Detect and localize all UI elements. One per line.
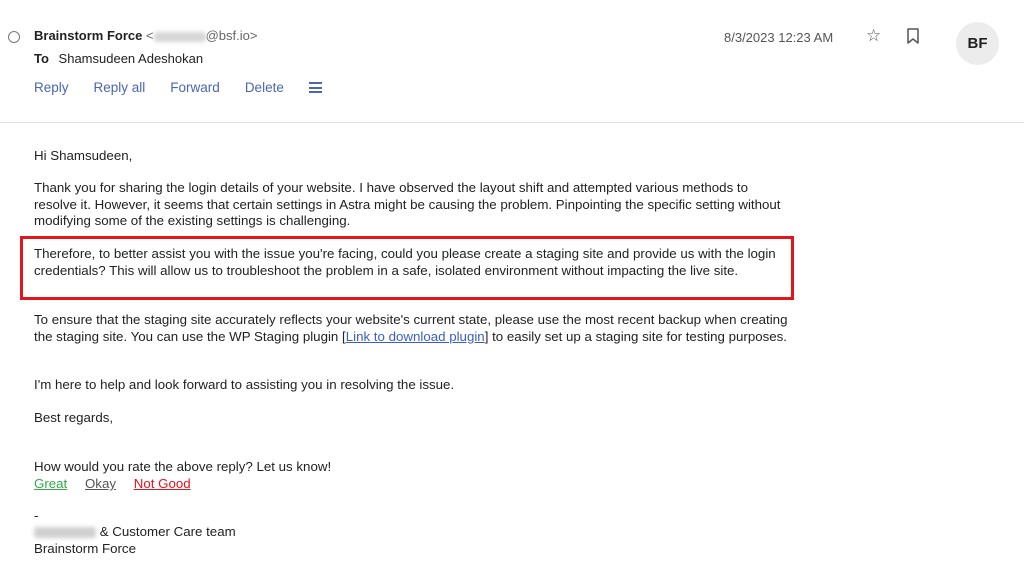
rating-not-good-link[interactable]: Not Good (134, 476, 191, 491)
paragraph-2-highlighted: Therefore, to better assist you with the… (34, 246, 776, 278)
action-bar: Reply Reply all Forward Delete (34, 80, 323, 95)
select-radio[interactable] (8, 31, 20, 43)
greeting: Hi Shamsudeen, (34, 148, 133, 163)
paragraph-3: To ensure that the staging site accurate… (34, 312, 788, 344)
bookmark-icon[interactable] (906, 28, 920, 44)
sender-line: Brainstorm Force < @bsf.io> (34, 28, 257, 43)
hamburger-menu-icon[interactable] (308, 82, 323, 93)
redacted-email (153, 31, 206, 42)
paragraph-1: Thank you for sharing the login details … (34, 180, 781, 228)
signature-company: Brainstorm Force (34, 541, 136, 556)
rating-prompt: How would you rate the above reply? Let … (34, 459, 332, 474)
recipient-line: To Shamsudeen Adeshokan (34, 51, 203, 66)
forward-button[interactable]: Forward (170, 80, 220, 95)
star-icon[interactable]: ☆ (866, 27, 881, 44)
avatar[interactable]: BF (956, 22, 999, 65)
download-plugin-link[interactable]: Link to download plugin (346, 329, 485, 344)
redacted-name (34, 526, 96, 538)
sender-email: < @bsf.io> (146, 28, 258, 43)
signature-dash: - (34, 508, 39, 523)
signature-team: & Customer Care team (34, 524, 236, 541)
closing: Best regards, (34, 410, 114, 425)
email-date: 8/3/2023 12:23 AM (724, 30, 834, 45)
recipient-name[interactable]: Shamsudeen Adeshokan (59, 51, 204, 66)
rating-great-link[interactable]: Great (34, 476, 67, 491)
email-header: Brainstorm Force < @bsf.io> To Shamsudeen… (0, 0, 1024, 123)
reply-button[interactable]: Reply (34, 80, 69, 95)
rating-okay-link[interactable]: Okay (85, 476, 116, 491)
reply-all-button[interactable]: Reply all (94, 80, 146, 95)
paragraph-4: I'm here to help and look forward to ass… (34, 377, 455, 392)
delete-button[interactable]: Delete (245, 80, 284, 95)
to-label: To (34, 51, 49, 66)
sender-name[interactable]: Brainstorm Force (34, 28, 142, 43)
rating-options: Great Okay Not Good (34, 476, 205, 493)
